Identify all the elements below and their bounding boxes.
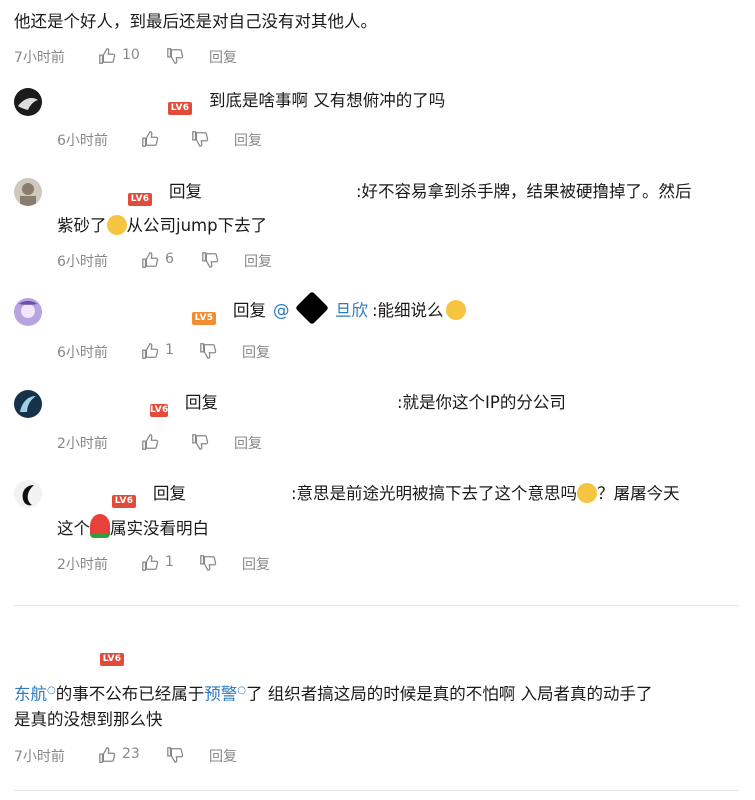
dislike-button[interactable]	[191, 130, 209, 152]
comment-text: 东航○的事不公布已经属于预警○了 组织者搞这局的时候是真的不怕啊 入局者真的动手…	[14, 684, 653, 704]
like-button[interactable]	[98, 47, 116, 69]
reply-button[interactable]: 回复	[244, 251, 272, 271]
reply-button[interactable]: 回复	[242, 342, 270, 362]
level-badge: LV6	[112, 488, 136, 508]
avatar[interactable]	[14, 480, 42, 508]
like-count: 10	[122, 47, 140, 63]
comment-time: 6小时前	[57, 254, 108, 270]
thumb-up-icon	[142, 131, 159, 147]
thumb-up-icon	[99, 48, 116, 64]
thumb-down-icon	[200, 555, 217, 571]
comment-text: :就是你这个IP的分公司	[397, 393, 566, 412]
thumb-down-icon	[192, 131, 209, 147]
comment-time: 2小时前	[57, 436, 108, 452]
thumb-up-icon	[142, 434, 159, 450]
comment-text: 到底是啥事啊 又有想俯冲的了吗	[209, 91, 446, 110]
comment-text: :好不容易拿到杀手牌，结果被硬撸掉了。然后	[356, 182, 692, 201]
comment-text-line2: 紫砂了 从公司jump下去了	[57, 215, 268, 235]
reply-label: 回复	[169, 182, 202, 201]
thumb-down-icon	[167, 48, 184, 64]
like-button[interactable]	[141, 130, 159, 152]
dislike-button[interactable]	[201, 251, 219, 273]
comment-meta: 7小时前 10 回复	[14, 47, 314, 67]
dislike-button[interactable]	[199, 554, 217, 576]
avatar-image	[20, 396, 36, 412]
mention-link-tail[interactable]: 旦欣	[335, 297, 368, 325]
comment-meta: 6小时前 回复	[57, 130, 357, 150]
avatar-image	[19, 301, 37, 318]
like-count: 1	[165, 554, 174, 570]
reply-label: 回复	[233, 301, 266, 320]
watermelon-emoji-icon	[90, 514, 110, 538]
reply-button[interactable]: 回复	[234, 130, 262, 150]
reply-label: 回复	[153, 484, 186, 503]
thumb-up-icon	[142, 343, 159, 359]
like-count: 1	[165, 342, 174, 358]
thumb-down-icon	[202, 252, 219, 268]
laugh-cry-emoji-icon	[106, 215, 127, 235]
dislike-button[interactable]	[199, 342, 217, 364]
like-count: 6	[165, 251, 174, 267]
redaction-mark	[295, 291, 329, 325]
comment-meta: 6小时前 6 回复	[57, 251, 357, 271]
avatar-image	[20, 183, 36, 206]
like-button[interactable]	[141, 433, 159, 455]
level-badge: LV6	[168, 95, 192, 115]
level-badge: LV6	[128, 186, 152, 206]
topic-link-donghang[interactable]: 东航	[14, 685, 47, 704]
comment-meta: 2小时前 1 回复	[57, 554, 357, 574]
search-icon: ○	[237, 685, 246, 696]
reply-button[interactable]: 回复	[234, 433, 262, 453]
level-badge: LV6	[150, 404, 169, 417]
mention-link[interactable]: @	[273, 297, 290, 325]
dislike-button[interactable]	[191, 433, 209, 455]
thumb-down-icon	[192, 434, 209, 450]
comment-time: 7小时前	[14, 749, 65, 765]
avatar-image	[18, 98, 38, 110]
avatar-image	[22, 485, 34, 506]
avatar[interactable]	[14, 390, 42, 418]
like-count: 23	[122, 746, 140, 762]
thumb-down-icon	[167, 747, 184, 763]
smile-emoji-icon	[445, 300, 466, 320]
reply-button[interactable]: 回复	[209, 47, 237, 67]
laugh-cry-emoji-icon	[577, 483, 598, 503]
search-icon: ○	[47, 685, 56, 696]
like-button[interactable]	[98, 746, 116, 768]
level-badge: LV6	[100, 646, 124, 666]
dislike-button[interactable]	[166, 746, 184, 768]
reply-button[interactable]: 回复	[242, 554, 270, 574]
reply-label: 回复	[185, 393, 218, 412]
topic-link-yujing[interactable]: 预警	[204, 685, 237, 704]
thumb-up-icon	[99, 747, 116, 763]
reply-button[interactable]: 回复	[209, 746, 237, 766]
comment-text: 他还是个好人，到最后还是对自己没有对其他人。	[14, 12, 377, 31]
comment-meta: 7小时前 23 回复	[14, 746, 314, 766]
comment-meta: 6小时前 1 回复	[57, 342, 357, 362]
avatar[interactable]	[14, 88, 42, 116]
thumb-down-icon	[200, 343, 217, 359]
comment-text-line2: 是真的没想到那么快	[14, 710, 163, 729]
comment-time: 6小时前	[57, 345, 108, 361]
comment-text: :意思是前途光明被搞下去了这个意思吗 ？屠屠今天	[291, 483, 680, 503]
like-button[interactable]	[141, 554, 159, 576]
comment-time: 7小时前	[14, 50, 65, 66]
comment-meta: 2小时前 回复	[57, 433, 357, 453]
thumb-up-icon	[142, 252, 159, 268]
comment-text: :能细说么	[372, 297, 466, 325]
avatar[interactable]	[14, 178, 42, 206]
thumb-up-icon	[142, 555, 159, 571]
avatar[interactable]	[14, 298, 42, 326]
comment-time: 6小时前	[57, 133, 108, 149]
section-divider	[14, 605, 739, 606]
level-badge: LV5	[192, 305, 216, 325]
comment-text-line2: 这个 属实没看明白	[57, 514, 209, 543]
dislike-button[interactable]	[166, 47, 184, 69]
section-divider	[14, 790, 739, 791]
like-button[interactable]	[141, 251, 159, 273]
like-button[interactable]	[141, 342, 159, 364]
comment-time: 2小时前	[57, 557, 108, 573]
